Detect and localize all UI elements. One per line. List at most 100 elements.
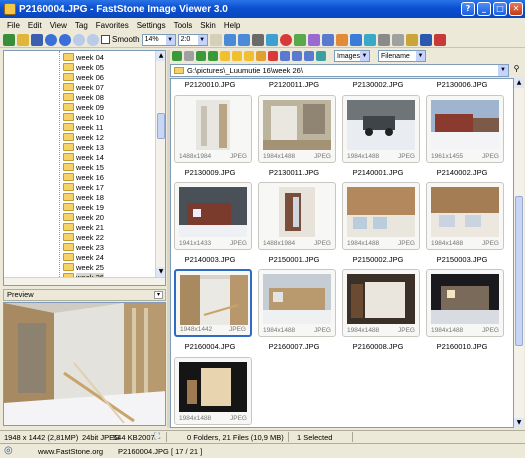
menu-settings[interactable]: Settings: [133, 21, 170, 30]
save-icon[interactable]: [31, 33, 43, 46]
thumbnail[interactable]: 1984x1488 JPEG: [426, 182, 504, 250]
rotate-left-icon[interactable]: [223, 33, 236, 46]
thumb-label[interactable]: P2130011.JPG: [255, 168, 333, 177]
thumbnail[interactable]: 1984x1488 JPEG: [426, 269, 504, 337]
forward-icon[interactable]: [184, 51, 194, 61]
zoom-in-icon[interactable]: [73, 33, 85, 46]
email-icon[interactable]: [349, 33, 362, 46]
effects-icon[interactable]: [307, 33, 320, 46]
tree-item[interactable]: week 23: [63, 242, 104, 252]
filter-select[interactable]: Images ▼: [334, 50, 370, 62]
tree-item[interactable]: week 19: [63, 202, 104, 212]
tree-item[interactable]: week 12: [63, 132, 104, 142]
menu-help[interactable]: Help: [220, 21, 244, 30]
thumb-label[interactable]: P2140003.JPG: [171, 255, 249, 264]
tree-vertical-scrollbar[interactable]: ▲ ▼: [155, 51, 165, 285]
zoom-select[interactable]: 14% ▼: [141, 33, 176, 46]
menu-edit[interactable]: Edit: [24, 21, 46, 30]
tree-item[interactable]: week 21: [63, 222, 104, 232]
acquire-icon[interactable]: [377, 33, 390, 46]
grid-scroll-track[interactable]: ▲ ▼: [514, 78, 524, 428]
tree-item[interactable]: week 18: [63, 192, 104, 202]
copy-icon[interactable]: [244, 51, 254, 61]
scroll-up-icon[interactable]: ▲: [514, 78, 524, 88]
menu-skin[interactable]: Skin: [196, 21, 220, 30]
tree-item[interactable]: week 25: [63, 262, 104, 272]
scroll-down-icon[interactable]: ▼: [514, 418, 524, 428]
thumbnail[interactable]: 1984x1488 JPEG: [174, 357, 252, 425]
thumb-label[interactable]: P2150001.JPG: [255, 255, 333, 264]
grid-vertical-scrollbar[interactable]: ▲ ▼: [514, 78, 524, 428]
thumbnail[interactable]: 1984x1488 JPEG: [342, 269, 420, 337]
delete-icon[interactable]: [268, 51, 278, 61]
tree-item[interactable]: week 17: [63, 182, 104, 192]
tree-item[interactable]: week 20: [63, 212, 104, 222]
tree-item[interactable]: week 24: [63, 252, 104, 262]
back-icon[interactable]: [172, 51, 182, 61]
maximize-button[interactable]: □: [493, 2, 507, 16]
ratio-select[interactable]: 2:0 ▼: [177, 33, 208, 46]
thumb-label[interactable]: P2120010.JPG: [171, 80, 249, 89]
menu-file[interactable]: File: [3, 21, 24, 30]
tree-item[interactable]: week 05: [63, 62, 104, 72]
menu-view[interactable]: View: [46, 21, 71, 30]
tree-item[interactable]: week 09: [63, 102, 104, 112]
thumb-label[interactable]: P2140001.JPG: [339, 168, 417, 177]
website-link[interactable]: www.FastStone.org: [38, 447, 103, 456]
slideshow-icon[interactable]: [335, 33, 348, 46]
refresh-icon[interactable]: [208, 51, 218, 61]
zoom-out-icon[interactable]: [87, 33, 99, 46]
color-icon[interactable]: [293, 33, 306, 46]
rotate-right-icon[interactable]: [237, 33, 250, 46]
tree-item[interactable]: week 04: [63, 52, 104, 62]
tree-horizontal-scrollbar[interactable]: [4, 277, 165, 285]
cleaner-icon[interactable]: ⚲: [511, 64, 522, 77]
favorites-icon[interactable]: [220, 51, 230, 61]
thumbnail[interactable]: 1488x1984 JPEG: [174, 95, 252, 163]
chevron-down-icon[interactable]: ▼: [498, 65, 508, 76]
thumbnail-view-icon[interactable]: [292, 51, 302, 61]
close-button[interactable]: ✕: [509, 2, 523, 16]
thumb-label[interactable]: P2150003.JPG: [423, 255, 501, 264]
thumbnail[interactable]: 1984x1488 JPEG: [342, 182, 420, 250]
thumb-label[interactable]: P2160007.JPG: [255, 342, 333, 351]
thumb-label[interactable]: P2160008.JPG: [339, 342, 417, 351]
open-file-icon[interactable]: [17, 33, 29, 46]
thumbnail[interactable]: 1984x1488 JPEG: [258, 269, 336, 337]
thumb-label[interactable]: P2160004.JPG: [171, 342, 249, 351]
tree-item[interactable]: week 15: [63, 162, 104, 172]
thumbnail[interactable]: 1488x1984 JPEG: [258, 182, 336, 250]
print-icon[interactable]: [391, 33, 404, 46]
minimize-button[interactable]: _: [477, 2, 491, 16]
tree-item[interactable]: week 08: [63, 92, 104, 102]
expand-icon[interactable]: ⛶: [154, 431, 160, 442]
thumbnail[interactable]: 1984x1488 JPEG: [258, 95, 336, 163]
sort-select[interactable]: Filename ▼: [378, 50, 426, 62]
thumb-label[interactable]: P2120011.JPG: [255, 80, 333, 89]
wallpaper-icon[interactable]: [363, 33, 376, 46]
thumbnail[interactable]: 1984x1488 JPEG: [342, 95, 420, 163]
thumb-label[interactable]: P2130006.JPG: [423, 80, 501, 89]
tree-item[interactable]: week 07: [63, 82, 104, 92]
exit-icon[interactable]: [433, 33, 446, 46]
next-icon[interactable]: [59, 33, 71, 46]
crop-icon[interactable]: [251, 33, 264, 46]
fullscreen-icon[interactable]: [419, 33, 432, 46]
smooth-checkbox[interactable]: Smooth: [101, 35, 140, 44]
hand-tool-icon[interactable]: [209, 33, 222, 46]
scroll-up-icon[interactable]: ▲: [156, 51, 165, 61]
menu-tag[interactable]: Tag: [71, 21, 92, 30]
menu-favorites[interactable]: Favorites: [92, 21, 133, 30]
resize-icon[interactable]: [265, 33, 278, 46]
compare-icon[interactable]: [321, 33, 334, 46]
collapse-icon[interactable]: ▾: [154, 291, 163, 299]
tree-item[interactable]: week 10: [63, 112, 104, 122]
tree-item[interactable]: week 22: [63, 232, 104, 242]
tree-item[interactable]: week 13: [63, 142, 104, 152]
move-icon[interactable]: [256, 51, 266, 61]
tree-item[interactable]: week 06: [63, 72, 104, 82]
thumb-label[interactable]: P2150002.JPG: [339, 255, 417, 264]
detail-view-icon[interactable]: [304, 51, 314, 61]
scroll-thumb[interactable]: [515, 196, 523, 346]
new-folder-icon[interactable]: [232, 51, 242, 61]
